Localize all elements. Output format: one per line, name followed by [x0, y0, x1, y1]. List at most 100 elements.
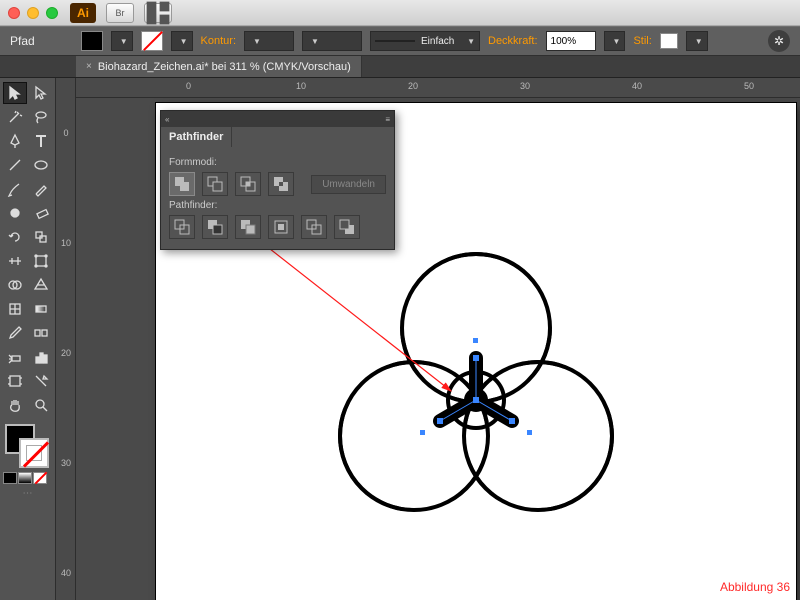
horizontal-ruler: 0 10 20 30 40 50	[76, 78, 800, 98]
ruler-tick: 10	[296, 81, 306, 91]
pathfinder-tab[interactable]: Pathfinder	[161, 127, 232, 147]
document-tab[interactable]: × Biohazard_Zeichen.ai* bei 311 % (CMYK/…	[76, 56, 362, 77]
panel-header[interactable]: « ≡	[161, 111, 394, 127]
fill-stroke-swatches[interactable]	[3, 422, 51, 470]
minus-front-button[interactable]	[202, 172, 228, 196]
ruler-tick: 0	[56, 128, 76, 138]
selection-tool[interactable]	[3, 82, 27, 104]
style-label: Stil:	[633, 35, 651, 47]
slice-tool[interactable]	[29, 370, 53, 392]
stroke-weight-input[interactable]: ▼	[244, 31, 294, 51]
document-tab-bar: × Biohazard_Zeichen.ai* bei 311 % (CMYK/…	[0, 56, 800, 78]
zoom-tool[interactable]	[29, 394, 53, 416]
free-transform-tool[interactable]	[29, 250, 53, 272]
direct-selection-tool[interactable]	[29, 82, 53, 104]
ruler-tick: 40	[632, 81, 642, 91]
stroke-dropdown[interactable]: ▼	[171, 31, 193, 51]
stroke-swatch[interactable]	[141, 31, 163, 51]
workspace: ⋯ 0 10 20 30 40 0 10 20 30 40 50	[0, 78, 800, 600]
opacity-dropdown[interactable]: ▼	[604, 31, 626, 51]
opacity-input[interactable]: 100%	[546, 31, 596, 51]
mesh-tool[interactable]	[3, 298, 27, 320]
ruler-tick: 40	[56, 568, 76, 578]
artboard-tool[interactable]	[3, 370, 27, 392]
merge-button[interactable]	[235, 215, 261, 239]
trim-button[interactable]	[202, 215, 228, 239]
gradient-fill-icon[interactable]	[18, 472, 32, 484]
magic-wand-tool[interactable]	[3, 106, 27, 128]
illustrator-app-icon: Ai	[70, 3, 96, 23]
ellipse-tool[interactable]	[29, 154, 53, 176]
control-bar-menu-icon[interactable]: ✲	[768, 30, 790, 52]
tools-panel: ⋯	[0, 78, 56, 600]
perspective-grid-tool[interactable]	[29, 274, 53, 296]
type-tool[interactable]	[29, 130, 53, 152]
figure-caption: Abbildung 36	[720, 580, 790, 594]
symbol-sprayer-tool[interactable]	[3, 346, 27, 368]
gradient-tool[interactable]	[29, 298, 53, 320]
ruler-tick: 20	[408, 81, 418, 91]
minimize-window-icon[interactable]	[27, 7, 39, 19]
selection-type-label: Pfad	[10, 34, 35, 48]
ruler-tick: 10	[56, 238, 76, 248]
document-tab-title: Biohazard_Zeichen.ai* bei 311 % (CMYK/Vo…	[98, 61, 351, 73]
color-fill-icon[interactable]	[3, 472, 17, 484]
expand-button[interactable]: Umwandeln	[311, 175, 386, 194]
close-tab-icon[interactable]: ×	[86, 61, 92, 72]
biohazard-symbol-artwork[interactable]	[306, 230, 646, 570]
opacity-label: Deckkraft:	[488, 35, 538, 47]
maximize-window-icon[interactable]	[46, 7, 58, 19]
eraser-tool[interactable]	[29, 202, 53, 224]
lasso-tool[interactable]	[29, 106, 53, 128]
ruler-tick: 20	[56, 348, 76, 358]
control-bar: Pfad ▼ ▼ Kontur: ▼ ▼ Einfach ▼ Deckkraft…	[0, 26, 800, 56]
window-titlebar: Ai Br	[0, 0, 800, 26]
minus-back-button[interactable]	[334, 215, 360, 239]
vertical-ruler: 0 10 20 30 40	[56, 78, 76, 600]
brush-definition[interactable]: Einfach ▼	[370, 31, 480, 51]
bridge-button[interactable]: Br	[106, 3, 134, 23]
scale-tool[interactable]	[29, 226, 53, 248]
color-mode-row	[3, 472, 52, 484]
blob-brush-tool[interactable]	[3, 202, 27, 224]
graphic-style-swatch[interactable]	[660, 33, 678, 49]
outline-button[interactable]	[301, 215, 327, 239]
arrange-documents-button[interactable]	[144, 3, 172, 23]
pathfinder-panel[interactable]: « ≡ Pathfinder Formmodi: Umwandeln Pathf…	[160, 110, 395, 250]
crop-button[interactable]	[268, 215, 294, 239]
graphic-style-dropdown[interactable]: ▼	[686, 31, 708, 51]
panel-menu-icon[interactable]: ≡	[385, 115, 390, 124]
blend-tool[interactable]	[29, 322, 53, 344]
brush-definition-label: Einfach	[421, 36, 454, 47]
panel-collapse-icon[interactable]: «	[165, 115, 169, 124]
close-window-icon[interactable]	[8, 7, 20, 19]
line-tool[interactable]	[3, 154, 27, 176]
variable-width-profile[interactable]: ▼	[302, 31, 362, 51]
none-fill-icon[interactable]	[33, 472, 47, 484]
pathfinder-ops-label: Pathfinder:	[169, 200, 386, 211]
eyedropper-tool[interactable]	[3, 322, 27, 344]
ruler-tick: 30	[56, 458, 76, 468]
divide-button[interactable]	[169, 215, 195, 239]
window-traffic-lights	[8, 7, 58, 19]
ruler-tick: 0	[186, 81, 191, 91]
width-tool[interactable]	[3, 250, 27, 272]
fill-dropdown[interactable]: ▼	[111, 31, 133, 51]
fill-swatch[interactable]	[81, 31, 103, 51]
ruler-tick: 50	[744, 81, 754, 91]
shape-builder-tool[interactable]	[3, 274, 27, 296]
rotate-tool[interactable]	[3, 226, 27, 248]
unite-button[interactable]	[169, 172, 195, 196]
paintbrush-tool[interactable]	[3, 178, 27, 200]
stroke-color-swatch[interactable]	[19, 438, 49, 468]
pen-tool[interactable]	[3, 130, 27, 152]
intersect-button[interactable]	[235, 172, 261, 196]
shape-modes-label: Formmodi:	[169, 157, 386, 168]
tools-more-icon[interactable]: ⋯	[3, 488, 52, 499]
pencil-tool[interactable]	[29, 178, 53, 200]
exclude-button[interactable]	[268, 172, 294, 196]
column-graph-tool[interactable]	[29, 346, 53, 368]
ruler-tick: 30	[520, 81, 530, 91]
hand-tool[interactable]	[3, 394, 27, 416]
stroke-label: Kontur:	[201, 35, 236, 47]
